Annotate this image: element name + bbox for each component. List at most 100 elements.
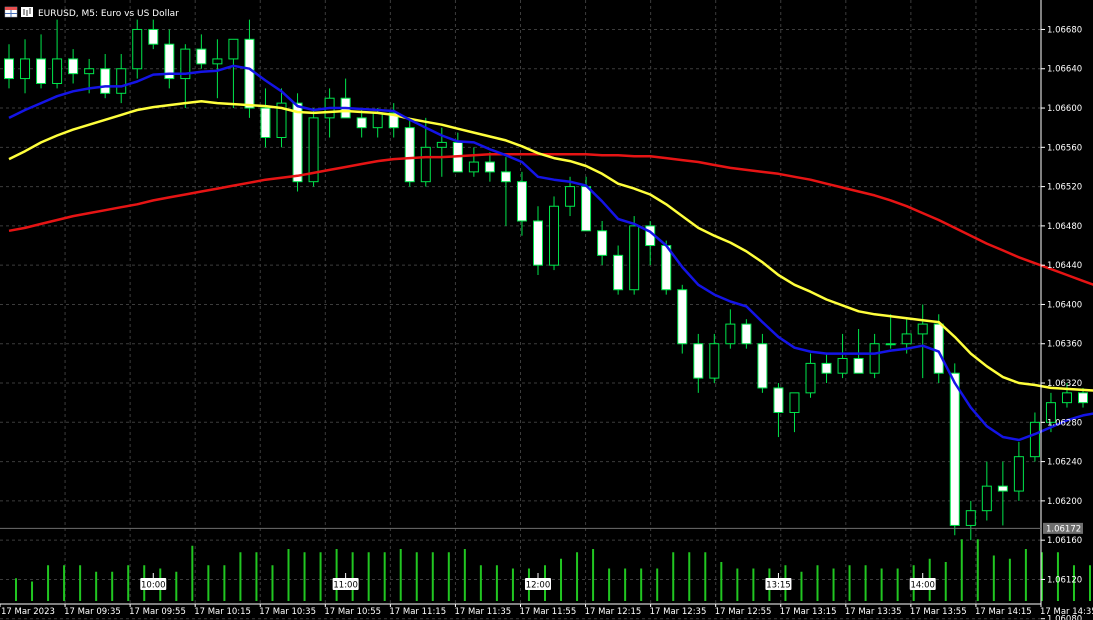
moving-averages	[8, 64, 1093, 442]
candle	[709, 333, 720, 384]
candle-body	[629, 225, 640, 291]
candle	[613, 245, 624, 295]
time-tick-label: 17 Mar 13:55	[910, 607, 967, 617]
time-tick-label: 17 Mar 09:35	[64, 607, 121, 617]
candle	[917, 304, 928, 379]
candle-body	[997, 485, 1008, 492]
candle-body	[436, 141, 447, 148]
candle-body	[228, 38, 239, 60]
price-tick-label: 1.06640	[1047, 65, 1082, 75]
candle-body	[356, 117, 367, 129]
candle-body	[1029, 421, 1040, 458]
price-tick-label: 1.06240	[1047, 458, 1082, 468]
time-tick-label: 17 Mar 13:35	[845, 607, 902, 617]
candle	[677, 284, 688, 354]
candle-body	[212, 58, 223, 65]
candle	[821, 353, 832, 384]
candle	[869, 333, 880, 379]
price-chart[interactable]: 1.06680 1.06640 1.06600 1.06560 1.06520 1.064…	[0, 0, 1093, 620]
candle-body	[885, 343, 896, 346]
candle	[645, 220, 656, 266]
candle-body	[68, 58, 79, 75]
price-tick-label: 1.06400	[1047, 300, 1082, 310]
candle-body	[1061, 392, 1072, 404]
price-tick-label: 1.06360	[1047, 340, 1082, 350]
candle-body	[420, 146, 431, 183]
candle	[260, 88, 271, 148]
candle-body	[613, 254, 624, 291]
candle-body	[1078, 392, 1089, 404]
candle-body	[84, 68, 95, 75]
candlesticks	[4, 19, 1089, 541]
candle	[468, 147, 479, 177]
candle-body	[917, 323, 928, 335]
time-axis: 17 Mar 2023 17 Mar 09:35 17 Mar 09:55 17 Ma…	[0, 604, 1093, 617]
candle-body	[837, 357, 848, 374]
candle-body	[532, 220, 543, 266]
time-tick-label: 17 Mar 10:15	[194, 607, 251, 617]
candle-body	[20, 58, 31, 80]
time-tick-label: 17 Mar 10:55	[324, 607, 381, 617]
candle	[228, 38, 239, 109]
bar-time-markers: 10:00 11:00 12:00 13:15 14:00	[140, 573, 936, 591]
price-tick-label: 1.06680	[1047, 25, 1082, 35]
candle-body	[516, 181, 527, 222]
candle	[757, 333, 768, 393]
price-axis: 1.06680 1.06640 1.06600 1.06560 1.06520 1.064…	[0, 25, 1083, 620]
candle	[549, 196, 560, 271]
candle-body	[789, 392, 800, 413]
time-tick-label: 17 Mar 14:35	[1040, 607, 1093, 617]
candle	[885, 314, 896, 349]
candle-body	[981, 485, 992, 512]
candle-body	[244, 38, 255, 109]
candle-body	[741, 323, 752, 345]
candle-body	[260, 107, 271, 138]
candle	[164, 29, 175, 89]
candle-body	[773, 387, 784, 413]
candle-body	[901, 333, 912, 345]
candle	[629, 216, 640, 295]
candle-body	[565, 186, 576, 207]
ma-fast-line	[8, 64, 1093, 442]
time-tick-label: 17 Mar 13:15	[780, 607, 837, 617]
price-tick-label: 1.06440	[1047, 261, 1082, 271]
price-tick-label: 1.06480	[1047, 222, 1082, 232]
candle-body	[100, 68, 111, 94]
candle	[36, 34, 47, 89]
volume-bars	[15, 539, 1092, 601]
candle	[853, 329, 864, 374]
marker-label: 11:00	[333, 581, 358, 591]
candle-body	[372, 112, 383, 129]
candle	[789, 392, 800, 433]
candle-body	[468, 161, 479, 173]
candle	[132, 19, 143, 79]
candle-body	[805, 362, 816, 394]
candle	[276, 88, 287, 148]
marker-label: 13:15	[766, 581, 791, 591]
candle	[1013, 441, 1024, 501]
candle	[404, 117, 415, 187]
candle	[597, 220, 608, 266]
chart-window-icon	[21, 7, 33, 17]
candle	[196, 34, 207, 69]
price-tick-label: 1.06280	[1047, 418, 1082, 428]
candle	[805, 353, 816, 398]
candle	[773, 383, 784, 438]
candle-body	[933, 323, 944, 374]
price-tick-label: 1.06160	[1047, 536, 1082, 546]
candle	[965, 500, 976, 541]
time-tick-label: 17 Mar 10:35	[259, 607, 316, 617]
time-tick-label: 17 Mar 12:35	[650, 607, 707, 617]
time-tick-label: 17 Mar 11:35	[454, 607, 511, 617]
marker-label: 14:00	[910, 581, 935, 591]
price-tick-label: 1.06320	[1047, 379, 1082, 389]
candle-body	[500, 171, 511, 183]
time-tick-label: 17 Mar 12:55	[715, 607, 772, 617]
candle-body	[869, 343, 880, 374]
candle	[725, 309, 736, 349]
time-tick-label: 17 Mar 14:15	[975, 607, 1032, 617]
candle-body	[581, 186, 592, 232]
candle	[500, 157, 511, 226]
candle	[452, 132, 463, 173]
candle-body	[661, 245, 672, 291]
